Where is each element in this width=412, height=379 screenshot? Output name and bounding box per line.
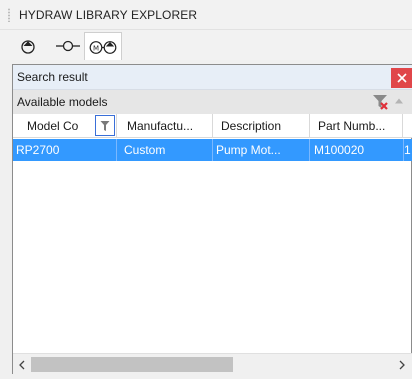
cell-part-number[interactable]: M100020	[310, 139, 404, 161]
panel-title-bar: HYDRAW LIBRARY EXPLORER	[0, 0, 412, 30]
tab-bar: M	[0, 30, 412, 61]
scrollbar-thumb[interactable]	[31, 357, 233, 372]
valve-icon	[56, 40, 80, 52]
collapse-arrow-icon[interactable]	[393, 95, 405, 107]
pump-icon	[21, 40, 35, 54]
column-header-model-code[interactable]: Model Co	[13, 114, 117, 138]
table-row[interactable]: RP2700 Custom Pump Mot... M100020 1	[13, 139, 412, 161]
search-result-bar: Search result	[13, 65, 412, 90]
column-filter-button[interactable]	[95, 115, 115, 136]
cell-next-column[interactable]: 1	[404, 139, 412, 161]
horizontal-scrollbar[interactable]	[13, 353, 412, 374]
tab-pumps[interactable]	[10, 32, 46, 60]
column-header-manufacturer[interactable]: Manufactu...	[117, 114, 213, 138]
filter-icon	[100, 120, 110, 131]
drag-grip-icon[interactable]	[7, 7, 11, 22]
column-header-label: Part Numb...	[318, 119, 386, 133]
search-result-label: Search result	[17, 70, 88, 84]
scroll-left-arrow-icon[interactable]	[15, 358, 29, 372]
column-header-label: Manufactu...	[127, 119, 194, 133]
cell-model-code[interactable]: RP2700	[13, 139, 117, 161]
cell-manufacturer[interactable]: Custom	[117, 139, 213, 161]
scroll-right-arrow-icon[interactable]	[395, 358, 409, 372]
column-header-description[interactable]: Description	[213, 114, 310, 138]
motor-pump-icon: M	[89, 41, 117, 54]
cell-description[interactable]: Pump Mot...	[213, 139, 310, 161]
svg-text:M: M	[93, 44, 99, 52]
results-frame: Search result Available models Model Co	[12, 64, 412, 374]
column-header-label: Description	[221, 119, 282, 133]
tab-valves[interactable]	[50, 32, 86, 60]
column-header-label: Model Co	[27, 119, 79, 133]
close-search-button[interactable]	[391, 68, 412, 88]
grid-header: Model Co Manufactu... Description Part N…	[13, 114, 412, 138]
tab-motor-pumps[interactable]: M	[84, 32, 122, 61]
column-header-part-number[interactable]: Part Numb...	[310, 114, 403, 138]
close-icon	[396, 73, 407, 83]
panel-title: HYDRAW LIBRARY EXPLORER	[19, 7, 198, 22]
clear-filter-icon[interactable]	[371, 93, 389, 111]
available-models-label: Available models	[17, 95, 108, 109]
available-models-bar: Available models	[13, 90, 412, 114]
content-area: Search result Available models Model Co	[0, 60, 412, 379]
